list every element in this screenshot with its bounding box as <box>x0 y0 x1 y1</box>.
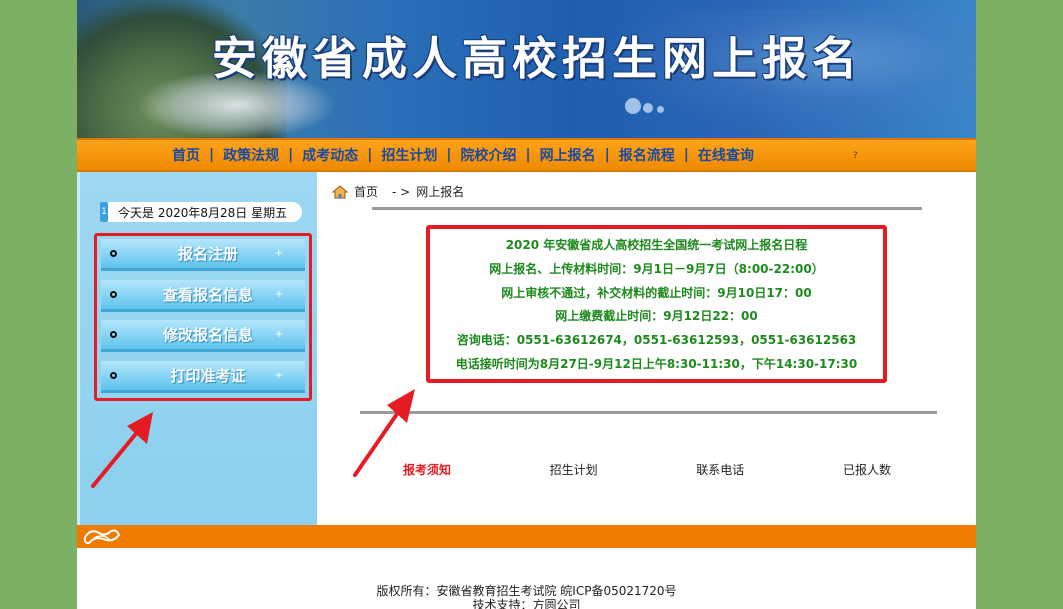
sidebar-item-print-ticket[interactable]: 打印准考证 + <box>101 360 305 393</box>
nav-separator: | <box>446 147 452 163</box>
schedule-notice: 2020 年安徽省成人高校招生全国统一考试网上报名日程 网上报名、上传材料时间：… <box>426 225 887 383</box>
plus-icon: + <box>274 329 283 340</box>
sidebar-item-register[interactable]: 报名注册 + <box>101 239 305 271</box>
plus-icon: + <box>274 248 283 259</box>
bullet-icon <box>110 371 117 379</box>
breadcrumb-current: 网上报名 <box>416 185 465 199</box>
footer-bar <box>77 525 976 548</box>
nav-item-home[interactable]: 首页 <box>172 145 200 165</box>
nav-separator: | <box>288 147 294 163</box>
tab-enroll-plan[interactable]: 招生计划 <box>514 461 634 478</box>
date-badge: 1 <box>100 202 108 222</box>
site-logo-icon <box>83 529 121 545</box>
nav-separator: | <box>525 147 531 163</box>
annotation-arrow-icon <box>91 412 153 488</box>
notice-line: 网上审核不通过，补交材料的截止时间：9月10日17：00 <box>501 285 812 300</box>
bullet-icon <box>110 250 117 257</box>
date-text: 今天是 2020年8月28日 星期五 <box>118 205 288 220</box>
content-divider <box>360 411 937 414</box>
nav-item-register[interactable]: 网上报名 <box>540 145 596 165</box>
tab-contact[interactable]: 联系电话 <box>660 461 780 478</box>
sidebar-item-edit-info[interactable]: 修改报名信息 + <box>101 320 305 352</box>
bubble-decoration <box>643 103 653 113</box>
nav-item-policy[interactable]: 政策法规 <box>223 145 279 165</box>
footer: 版权所有：安徽省教育招生考试院 皖ICP备05021720号 技术支持：方圆公司 <box>77 584 976 609</box>
bullet-icon <box>110 331 117 338</box>
annotation-arrow-icon <box>353 389 415 477</box>
nav-trailing-mark: ? <box>853 151 858 161</box>
nav-separator: | <box>683 147 689 163</box>
bullet-icon <box>110 290 117 298</box>
footer-support: 技术支持：方圆公司 <box>472 598 581 609</box>
footer-copyright: 版权所有：安徽省教育招生考试院 皖ICP备05021720号 <box>376 584 677 598</box>
nav-separator: | <box>209 147 215 163</box>
nav-item-process[interactable]: 报名流程 <box>619 145 675 165</box>
notice-title: 2020 年安徽省成人高校招生全国统一考试网上报名日程 <box>505 238 808 253</box>
date-bar: 1 今天是 2020年8月28日 星期五 <box>100 202 302 222</box>
nav-separator: | <box>604 147 610 163</box>
nav-item-news[interactable]: 成考动态 <box>302 145 358 165</box>
nav-item-query[interactable]: 在线查询 <box>698 145 754 165</box>
plus-icon: + <box>274 288 283 300</box>
breadcrumb: 首页 - > 网上报名 <box>332 183 464 200</box>
main-nav: 首页 | 政策法规 | 成考动态 | 招生计划 | 院校介绍 | 网上报名 | … <box>77 138 976 172</box>
notice-line: 电话接听时间为8月27日-9月12日上午8:30-11:30，下午14:30-1… <box>455 356 858 371</box>
info-tabs: 报考须知 招生计划 联系电话 已报人数 <box>367 461 927 478</box>
page-container: 安徽省成人高校招生网上报名 首页 | 政策法规 | 成考动态 | 招生计划 | … <box>77 0 976 609</box>
breadcrumb-home[interactable]: 首页 <box>354 183 378 200</box>
home-icon <box>332 184 348 198</box>
notice-line: 网上报名、上传材料时间：9月1日－9月7日（8:00-22:00） <box>489 261 824 276</box>
site-title: 安徽省成人高校招生网上报名 <box>211 32 862 85</box>
bubble-decoration <box>625 98 641 114</box>
breadcrumb-divider <box>372 207 922 210</box>
notice-line: 咨询电话：0551-63612674，0551-63612593，0551-63… <box>456 332 857 347</box>
sidebar-menu-highlight: 报名注册 + 查看报名信息 + 修改报名信息 + 打印准考证 + <box>94 233 312 401</box>
sidebar-item-view-info[interactable]: 查看报名信息 + <box>101 279 305 312</box>
bubble-decoration <box>657 106 664 113</box>
nav-separator: | <box>367 147 373 163</box>
tab-applicant-count[interactable]: 已报人数 <box>807 461 927 478</box>
nav-item-schools[interactable]: 院校介绍 <box>461 145 517 165</box>
breadcrumb-arrow: - > <box>392 184 411 199</box>
site-banner: 安徽省成人高校招生网上报名 <box>77 0 976 138</box>
notice-line: 网上缴费截止时间：9月12日22：00 <box>555 309 758 324</box>
nav-item-plan[interactable]: 招生计划 <box>381 145 437 165</box>
plus-icon: + <box>274 369 283 381</box>
